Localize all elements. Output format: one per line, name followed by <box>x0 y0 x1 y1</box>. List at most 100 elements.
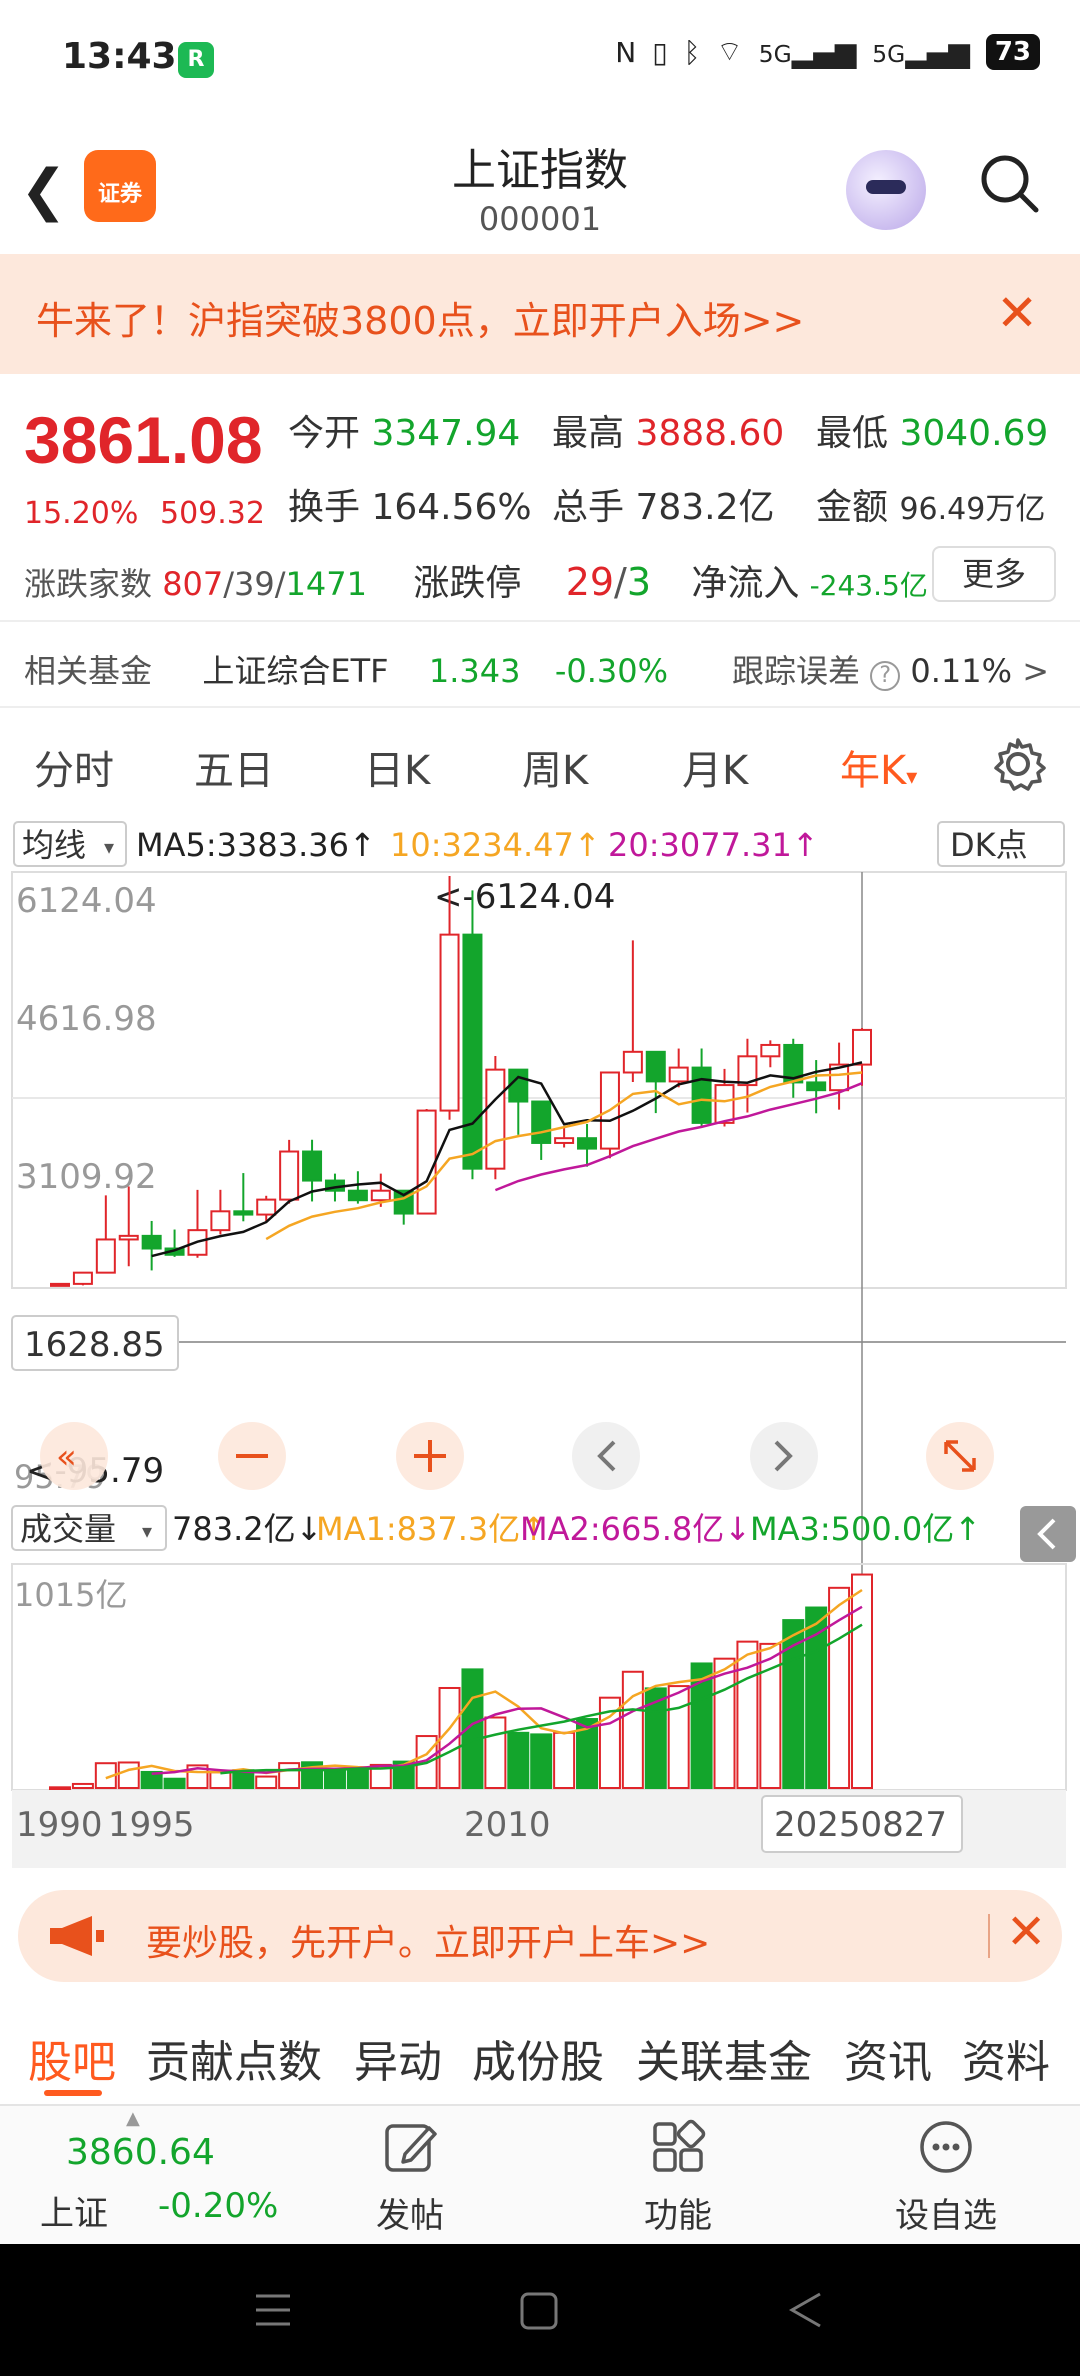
dk-point-label[interactable]: DK点 <box>950 826 1028 864</box>
change-value: 509.32 <box>160 496 265 531</box>
tab-intraday[interactable]: 分时 <box>34 738 114 796</box>
tab-daily-k[interactable]: 日K <box>364 738 430 796</box>
fund-name[interactable]: 上证综合ETF <box>202 652 388 690</box>
index-mini-name[interactable]: 上证 <box>40 2186 108 2235</box>
volume-bar <box>117 1761 140 1789</box>
volume-toggle-label[interactable]: 成交量 <box>20 1510 116 1548</box>
high-price: 最高 3888.60 <box>552 413 785 454</box>
svg-text:▾: ▾ <box>142 1519 152 1543</box>
tab-weekly-k[interactable]: 周K <box>522 738 588 796</box>
volume-bar <box>71 1782 94 1790</box>
candle <box>714 1084 735 1124</box>
battery-icon: 73 <box>985 34 1040 70</box>
tab-forum[interactable]: 股吧 <box>28 2026 116 2090</box>
volume-bar <box>163 1777 186 1789</box>
vibrate-icon: ▯ <box>652 35 668 69</box>
tab-profile[interactable]: 资料 <box>962 2026 1050 2090</box>
candle <box>577 1137 598 1150</box>
index-mini-price[interactable]: 3860.64 <box>66 2132 215 2173</box>
content-tabs: 股吧 贡献点数 异动 成份股 关联基金 资讯 资料 <box>0 2000 1080 2104</box>
ai-assistant-icon[interactable] <box>846 150 926 230</box>
expand-up-icon[interactable]: ▲ <box>126 2108 140 2129</box>
candle <box>439 933 460 1112</box>
volume-ma2: MA2:665.8亿↓ <box>520 1510 751 1548</box>
volume-bar <box>530 1733 553 1789</box>
app-notification-icon: R <box>178 42 214 78</box>
candle <box>485 1068 506 1170</box>
tab-yearly-k[interactable]: 年K▾ <box>840 738 917 796</box>
candle <box>508 1068 529 1103</box>
volume-bar <box>553 1731 576 1790</box>
kline-chart[interactable]: 均线 ▾ MA5:3383.36↑ 10:3234.47↑ 20:3077.31… <box>0 816 1080 1868</box>
search-icon[interactable] <box>978 152 1040 214</box>
scroll-right-button[interactable] <box>750 1422 818 1490</box>
candle <box>645 1050 666 1083</box>
kline-chart-area[interactable]: 均线 ▾ MA5:3383.36↑ 10:3234.47↑ 20:3077.31… <box>0 816 1080 1868</box>
bottom-toolbar: ▲ 3860.64 上证 -0.20% 发帖 功能 设自选 <box>0 2104 1080 2244</box>
post-button[interactable]: 发帖 <box>350 2118 470 2237</box>
kline-tabs: 分时 五日 日K 周K 月K 年K▾ <box>0 706 1080 816</box>
gear-icon[interactable] <box>990 736 1046 792</box>
max-annotation: <-6124.04 <box>434 877 615 917</box>
back-nav-icon[interactable] <box>788 2292 821 2328</box>
help-icon[interactable]: ? <box>870 661 901 691</box>
y-label-3: 3109.92 <box>16 1157 157 1197</box>
related-fund-row[interactable]: 相关基金 上证综合ETF 1.343 -0.30% 跟踪误差 ? 0.11% > <box>24 646 1064 692</box>
ma-toggle-label[interactable]: 均线 <box>22 826 86 864</box>
candle <box>691 1066 712 1124</box>
tab-related-funds[interactable]: 关联基金 <box>636 2026 812 2090</box>
tab-news[interactable]: 资讯 <box>844 2026 932 2090</box>
megaphone-icon <box>50 1916 104 1956</box>
candle <box>95 1238 116 1274</box>
ma20-value: 20:3077.31↑ <box>608 826 819 864</box>
candle <box>50 1282 70 1287</box>
candle <box>462 933 483 1170</box>
y-label-max: 6124.04 <box>16 881 157 921</box>
volume-bar <box>621 1670 644 1790</box>
functions-button[interactable]: 功能 <box>618 2118 738 2237</box>
ma-line <box>151 1061 863 1258</box>
volume-bar <box>507 1731 530 1790</box>
ma5-value: MA5:3383.36↑ <box>136 826 376 864</box>
close-icon[interactable]: ✕ <box>1006 1904 1046 1960</box>
open-account-text[interactable]: 要炒股，先开户。立即开户上车>> <box>146 1914 710 1966</box>
promo-banner[interactable]: 牛来了！沪指突破3800点，立即开户入场>> ✕ <box>0 254 1080 374</box>
signal-icon-2: 5G▂▄▆ <box>872 35 970 69</box>
tab-movements[interactable]: 异动 <box>354 2026 442 2090</box>
candle <box>416 1109 437 1215</box>
volume-ma1: MA1:837.3亿↑ <box>316 1510 547 1548</box>
open-account-banner[interactable]: 要炒股，先开户。立即开户上车>> ✕ <box>18 1890 1062 1982</box>
edit-icon <box>385 2124 437 2172</box>
status-icons: N ▯ ᛒ ⌔ 5G▂▄▆ 5G▂▄▆ 73 <box>615 34 1040 70</box>
candle <box>118 1234 139 1241</box>
tab-constituents[interactable]: 成份股 <box>472 2026 604 2090</box>
tab-monthly-k[interactable]: 月K <box>682 738 748 796</box>
promo-text[interactable]: 牛来了！沪指突破3800点，立即开户入场>> <box>36 290 804 345</box>
wifi-icon: ⌔ <box>716 34 743 68</box>
candle <box>806 1081 827 1092</box>
home-icon[interactable] <box>520 2292 558 2330</box>
volume: 总手 783.2亿 <box>552 487 775 528</box>
candle <box>531 1100 552 1144</box>
candle <box>141 1234 162 1250</box>
scroll-left-button[interactable] <box>572 1422 640 1490</box>
candle <box>760 1043 781 1058</box>
x-label-2010: 2010 <box>464 1805 551 1845</box>
candle <box>347 1189 368 1202</box>
tab-contribution[interactable]: 贡献点数 <box>146 2026 322 2090</box>
add-watchlist-button[interactable]: 设自选 <box>886 2118 1006 2237</box>
x-label-1995: 1995 <box>108 1805 195 1845</box>
x-label-1990: 1990 <box>16 1805 103 1845</box>
close-icon[interactable]: ✕ <box>996 284 1038 342</box>
menu-icon[interactable] <box>256 2294 290 2326</box>
candles-group <box>50 876 872 1287</box>
volume-max-label: 1015亿 <box>14 1576 127 1614</box>
collapse-panel-button[interactable] <box>1020 1506 1076 1562</box>
volume-bar <box>255 1775 278 1790</box>
current-price: 3861.08 <box>24 403 263 477</box>
tab-five-day[interactable]: 五日 <box>194 738 274 796</box>
index-mini-pct[interactable]: -0.20% <box>158 2186 278 2226</box>
candle <box>72 1271 93 1285</box>
volume-value: 783.2亿↓ <box>172 1510 322 1548</box>
more-button[interactable]: 更多 <box>932 546 1056 602</box>
